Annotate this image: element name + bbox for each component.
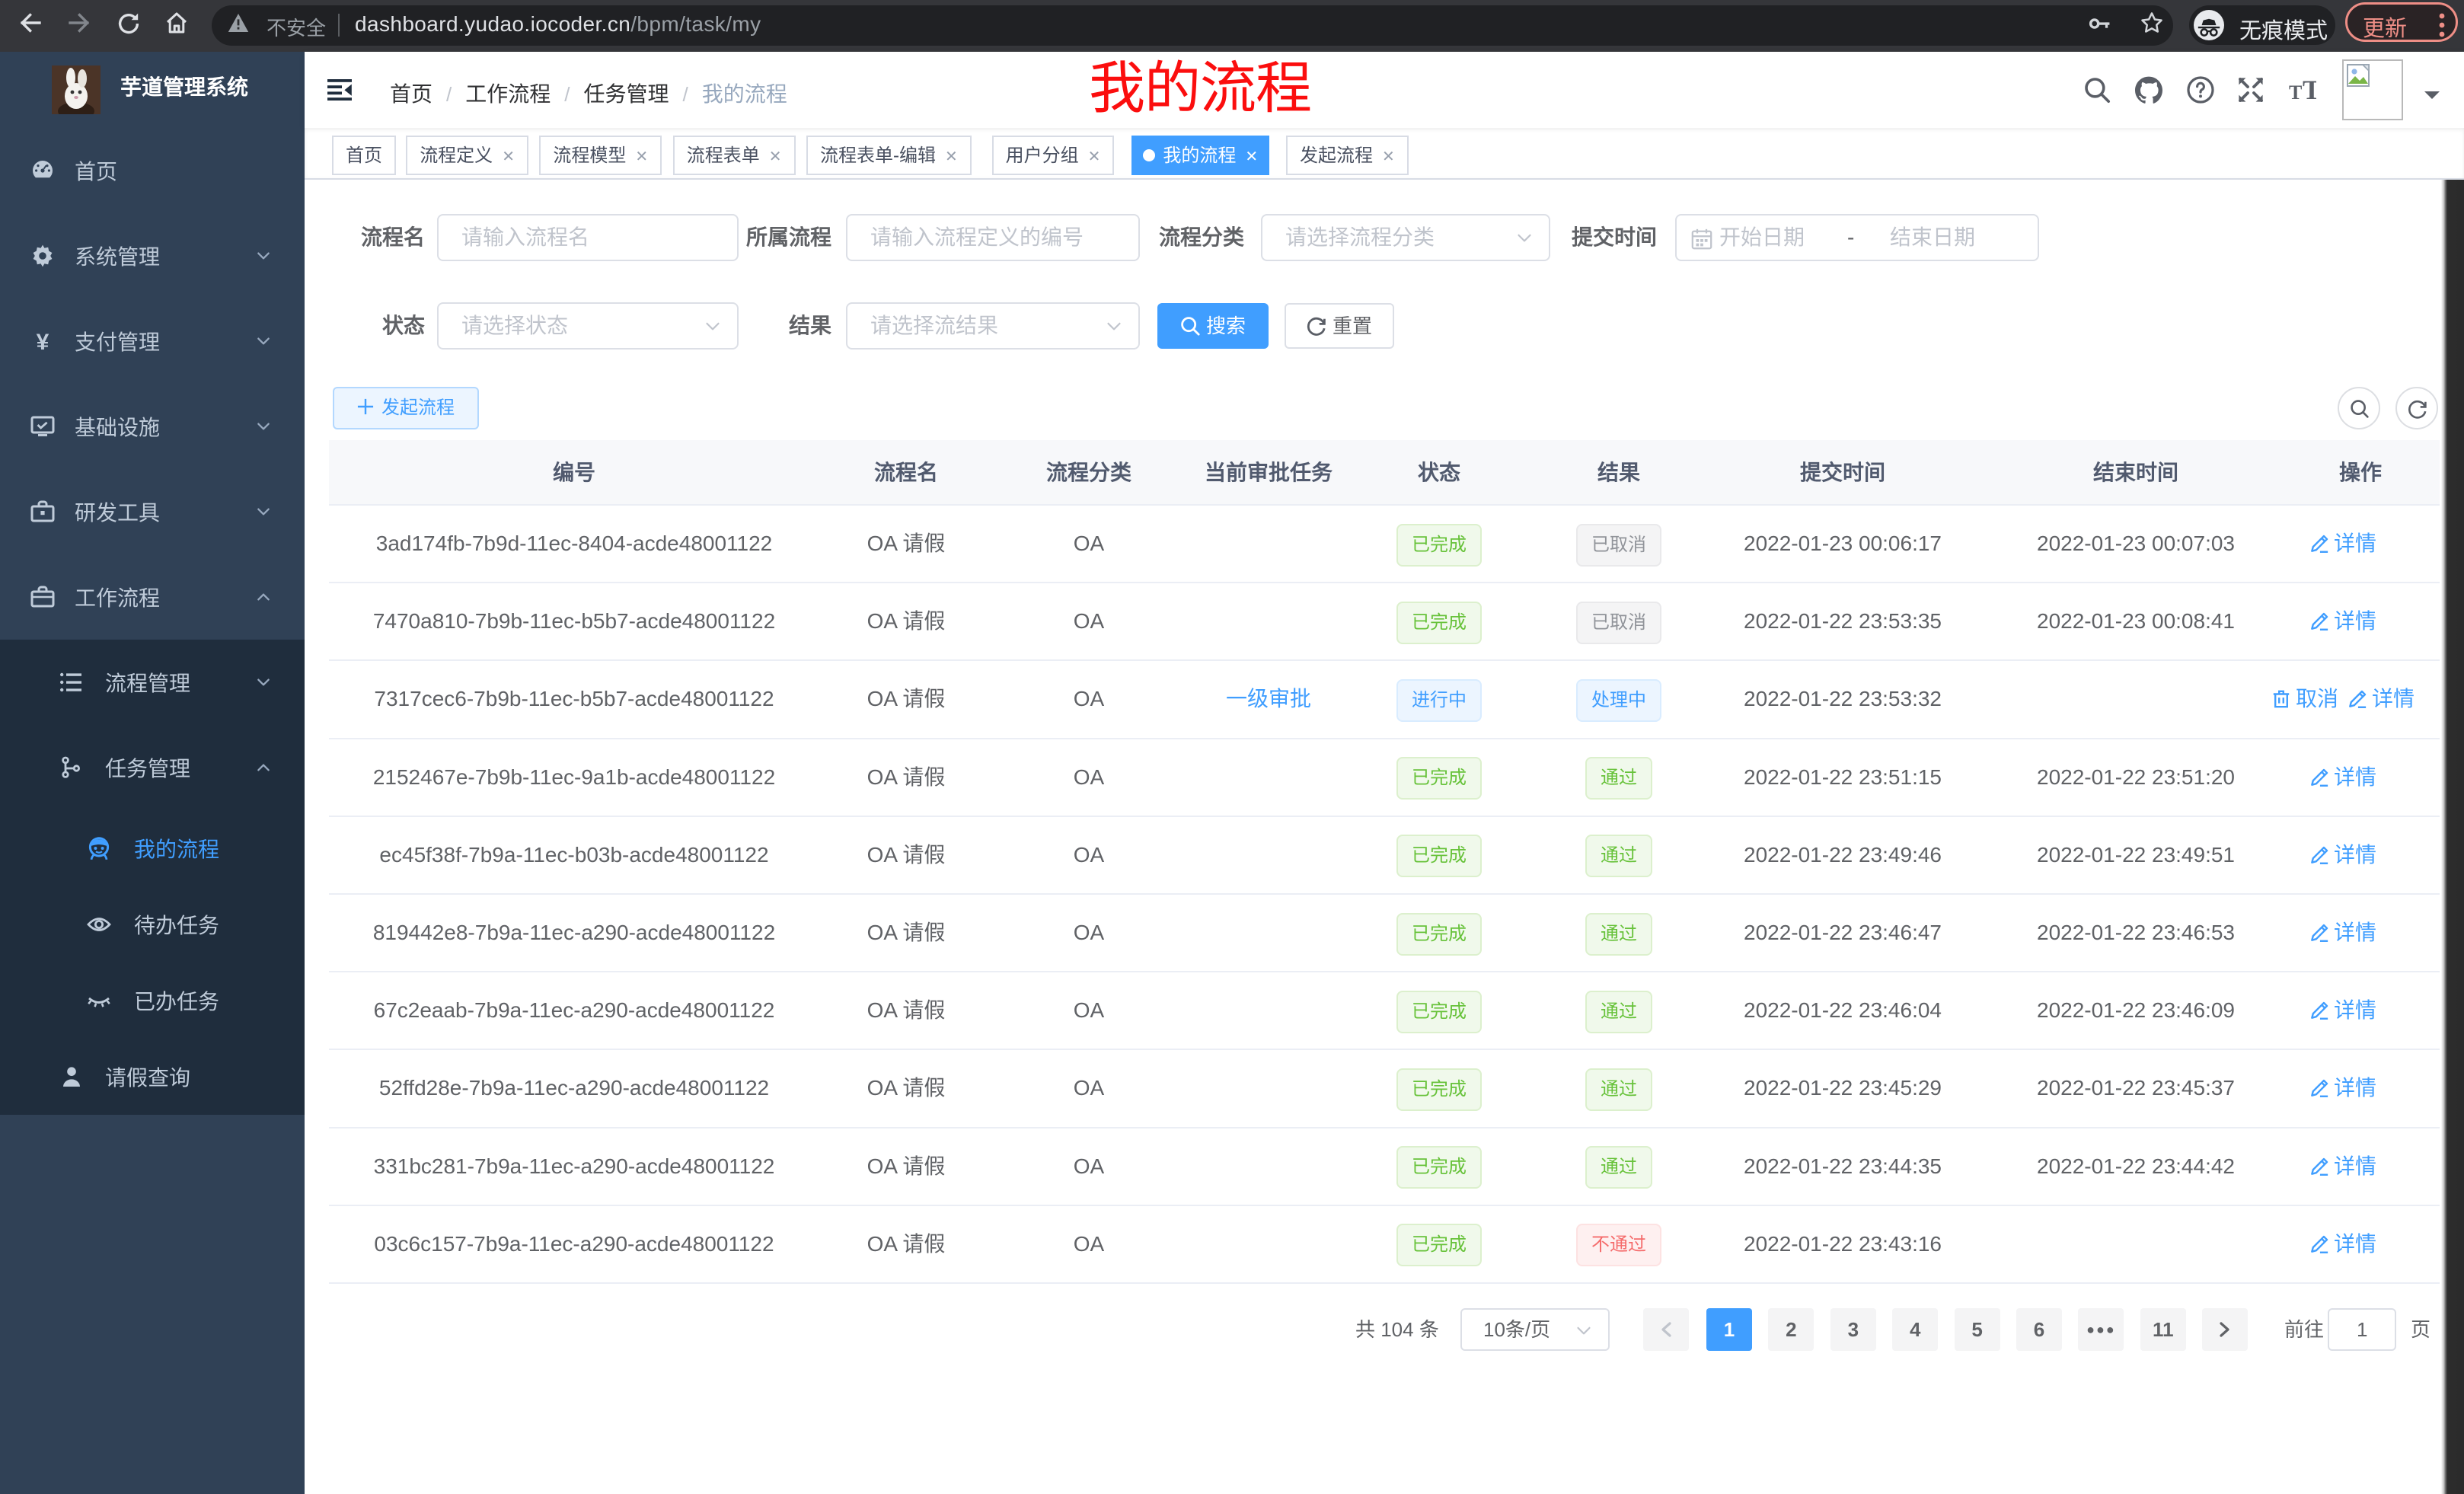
svg-text:T: T [2289,81,2302,104]
svg-text:T: T [2303,76,2316,104]
